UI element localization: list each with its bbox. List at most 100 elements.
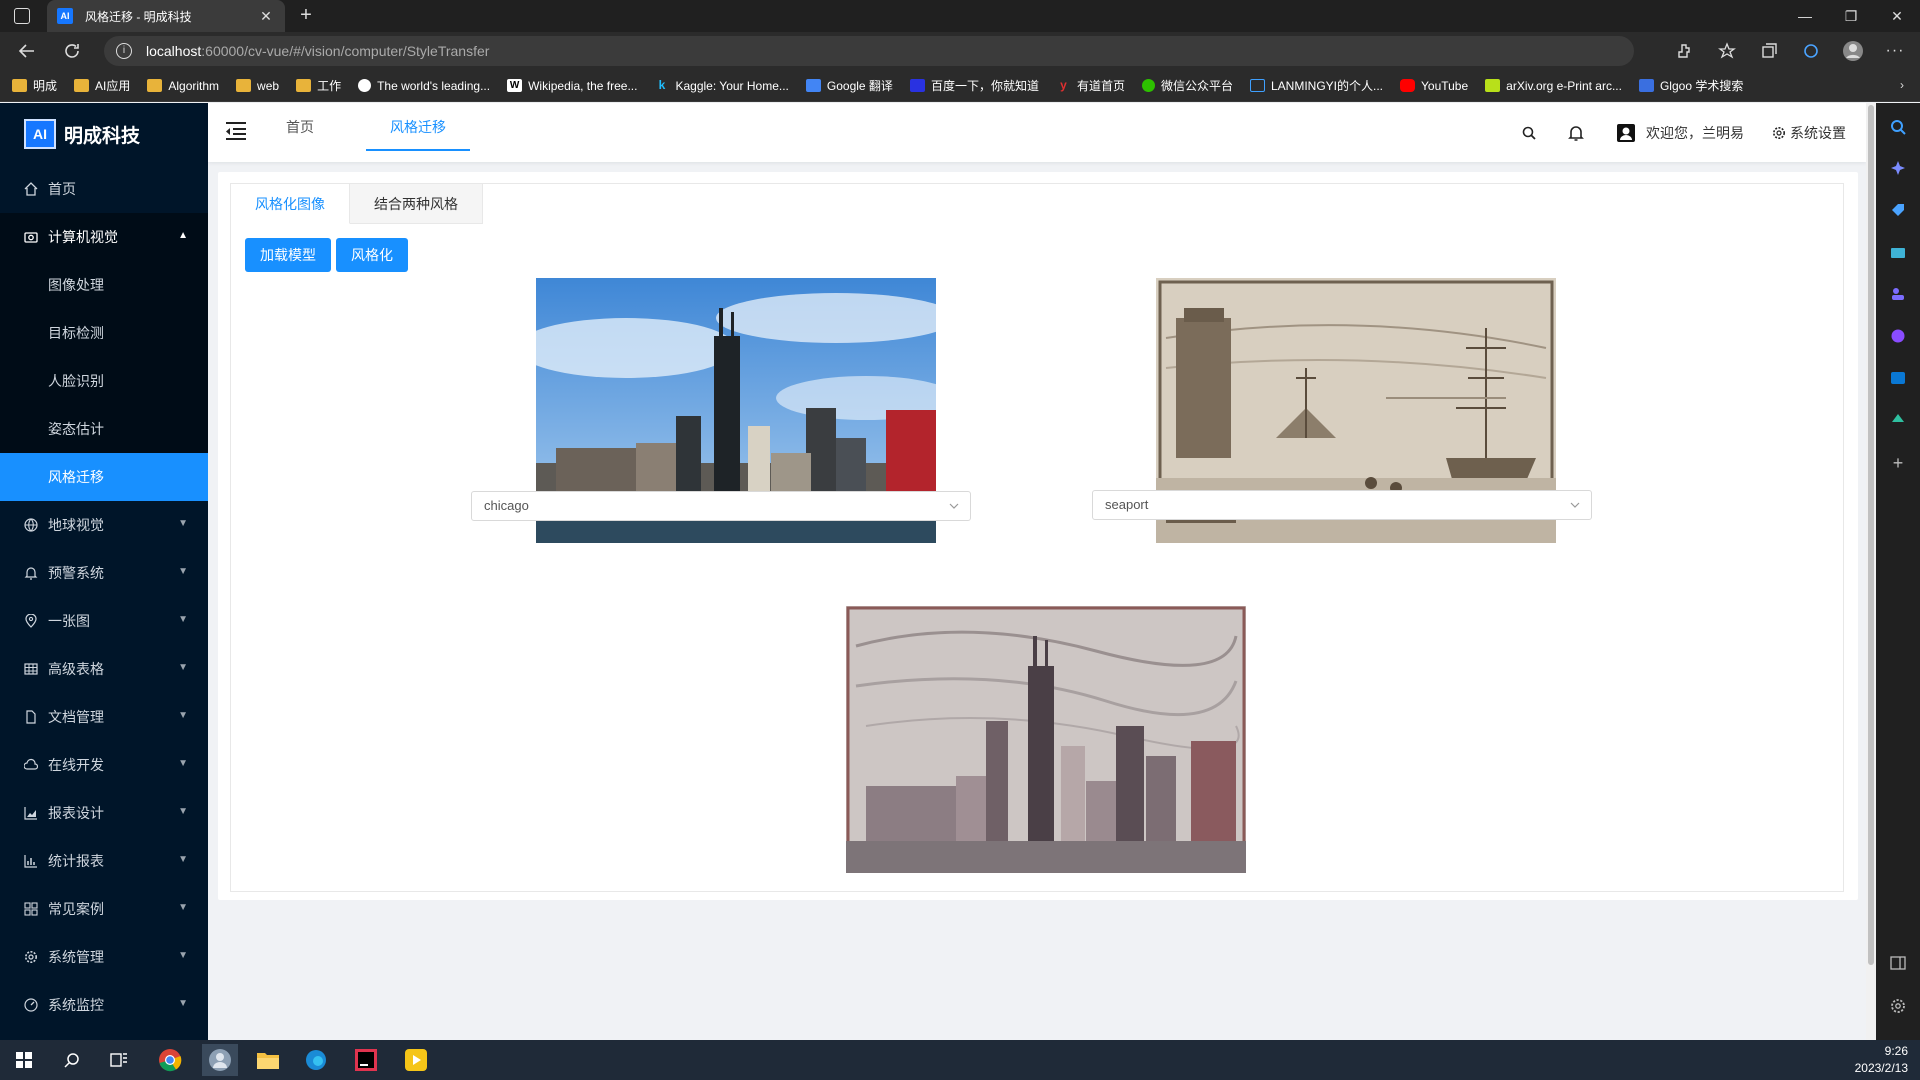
- page-scrollbar[interactable]: [1866, 103, 1876, 1040]
- user-app-icon[interactable]: [202, 1044, 238, 1076]
- tab-stylize-image[interactable]: 风格化图像: [231, 184, 350, 224]
- menu-item-warning-system[interactable]: 预警系统 ▼: [0, 549, 208, 597]
- tab-combine-styles[interactable]: 结合两种风格: [350, 184, 483, 224]
- scrollbar-thumb[interactable]: [1868, 105, 1874, 965]
- menu-item-online-dev[interactable]: 在线开发 ▼: [0, 741, 208, 789]
- bookmark-item[interactable]: YouTube: [1400, 79, 1468, 93]
- bookmark-item[interactable]: Glgoo 学术搜索: [1638, 77, 1743, 94]
- menu-item-computer-vision[interactable]: 计算机视觉 ▲: [0, 213, 208, 261]
- minimize-icon[interactable]: —: [1782, 0, 1828, 32]
- menu-item-system-monitor[interactable]: 系统监控 ▼: [0, 981, 208, 1029]
- bookmark-item[interactable]: The world's leading...: [358, 79, 490, 93]
- games-icon[interactable]: [1888, 284, 1908, 304]
- site-info-icon[interactable]: i: [116, 43, 132, 59]
- search-icon[interactable]: [1888, 117, 1908, 137]
- menu-item-one-map[interactable]: 一张图 ▼: [0, 597, 208, 645]
- bookmark-item[interactable]: W Wikipedia, the free...: [507, 79, 637, 93]
- tab-actions-icon[interactable]: [14, 8, 30, 24]
- menu-item-statistics[interactable]: 统计报表 ▼: [0, 837, 208, 885]
- content-image-select[interactable]: chicago: [471, 491, 971, 521]
- file-explorer-icon[interactable]: [250, 1044, 286, 1076]
- bookmark-item[interactable]: arXiv.org e-Print arc...: [1485, 79, 1622, 93]
- bookmark-item[interactable]: y 有道首页: [1056, 77, 1125, 94]
- menu-item-document-management[interactable]: 文档管理 ▼: [0, 693, 208, 741]
- action-buttons: 加载模型 风格化: [245, 238, 408, 272]
- bookmark-item[interactable]: LANMINGYI的个人...: [1249, 77, 1383, 94]
- browser-tab[interactable]: AI 风格迁移 - 明成科技 ✕: [47, 0, 285, 32]
- back-icon[interactable]: [16, 40, 38, 62]
- submenu-item-pose-estimation[interactable]: 姿态估计: [0, 405, 208, 453]
- bar-chart-icon: [24, 854, 38, 868]
- extensions-icon[interactable]: [1674, 40, 1696, 62]
- style-image-select[interactable]: seaport: [1092, 490, 1592, 520]
- user-avatar-icon[interactable]: [1616, 123, 1636, 143]
- chevron-down-icon: ▼: [178, 854, 188, 865]
- bookmark-item[interactable]: 工作: [296, 77, 341, 94]
- close-tab-icon[interactable]: ✕: [257, 8, 275, 25]
- bookmark-item[interactable]: Algorithm: [147, 79, 219, 93]
- collections-icon[interactable]: [1758, 40, 1780, 62]
- copilot-icon[interactable]: [1888, 158, 1908, 178]
- sidebar-toggle-icon[interactable]: [1888, 953, 1908, 973]
- glgoo-icon: [1638, 79, 1654, 92]
- tools-icon[interactable]: [1888, 242, 1908, 262]
- bookmark-item[interactable]: Google 翻译: [805, 77, 893, 94]
- url-field[interactable]: i localhost:60000/cv-vue/#/vision/comput…: [104, 36, 1634, 66]
- menu-item-system-management[interactable]: 系统管理 ▼: [0, 933, 208, 981]
- load-model-button[interactable]: 加载模型: [245, 238, 331, 272]
- search-icon[interactable]: [54, 1044, 90, 1076]
- menu-item-home[interactable]: 首页: [0, 165, 208, 213]
- logo-icon: AI: [24, 119, 56, 149]
- tab-favicon: AI: [57, 8, 73, 24]
- task-view-icon[interactable]: [101, 1044, 137, 1076]
- submenu-item-face-recognition[interactable]: 人脸识别: [0, 357, 208, 405]
- bookmarks-more-icon[interactable]: ›: [1900, 78, 1904, 92]
- menu-item-common-cases[interactable]: 常见案例 ▼: [0, 885, 208, 933]
- github-icon: [358, 79, 372, 92]
- logo[interactable]: AI 明成科技: [0, 103, 208, 165]
- bookmark-item[interactable]: 百度一下，你就知道: [909, 77, 1039, 94]
- shopping-icon[interactable]: [1888, 200, 1908, 220]
- windows-start-icon[interactable]: [6, 1044, 42, 1076]
- jetbrains-ide-icon[interactable]: [348, 1044, 384, 1076]
- media-player-icon[interactable]: [398, 1044, 434, 1076]
- close-window-icon[interactable]: ✕: [1874, 0, 1920, 32]
- bookmark-item[interactable]: web: [236, 79, 279, 93]
- menu-item-advanced-table[interactable]: 高级表格 ▼: [0, 645, 208, 693]
- bookmark-item[interactable]: 微信公众平台: [1141, 77, 1233, 94]
- outlook-icon[interactable]: [1888, 368, 1908, 388]
- settings-icon[interactable]: [1888, 996, 1908, 1016]
- bookmark-item[interactable]: AI应用: [74, 77, 130, 94]
- clock-time: 9:26: [1884, 1044, 1908, 1058]
- menu-item-earth-vision[interactable]: 地球视觉 ▼: [0, 501, 208, 549]
- refresh-icon[interactable]: [61, 40, 83, 62]
- notification-bell-icon[interactable]: [1568, 125, 1584, 141]
- add-icon[interactable]: +: [1888, 453, 1908, 473]
- search-icon[interactable]: [1522, 126, 1536, 140]
- new-tab-icon[interactable]: +: [295, 5, 317, 27]
- bookmark-item[interactable]: 明成: [12, 77, 57, 94]
- submenu-item-style-transfer[interactable]: 风格迁移: [0, 453, 208, 501]
- bookmark-item[interactable]: k Kaggle: Your Home...: [654, 79, 789, 93]
- chevron-down-icon: ▼: [178, 998, 188, 1009]
- system-settings-link[interactable]: 系统设置: [1772, 123, 1846, 143]
- edge-browser-icon[interactable]: [298, 1044, 334, 1076]
- header-tab-style-transfer[interactable]: 风格迁移: [366, 103, 470, 151]
- submenu-item-object-detection[interactable]: 目标检测: [0, 309, 208, 357]
- favorites-icon[interactable]: [1716, 40, 1738, 62]
- drop-icon[interactable]: [1888, 410, 1908, 430]
- restore-icon[interactable]: ❐: [1828, 0, 1874, 32]
- chrome-icon[interactable]: [152, 1044, 188, 1076]
- chevron-down-icon: ▼: [178, 566, 188, 577]
- globe-icon: [24, 518, 38, 532]
- menu-fold-icon[interactable]: [225, 121, 247, 141]
- system-clock[interactable]: 9:26 2023/2/13: [1855, 1043, 1908, 1077]
- microsoft365-icon[interactable]: [1888, 326, 1908, 346]
- menu-item-report-design[interactable]: 报表设计 ▼: [0, 789, 208, 837]
- header-tab-home[interactable]: 首页: [270, 103, 330, 151]
- stylize-button[interactable]: 风格化: [336, 238, 408, 272]
- more-icon[interactable]: ···: [1884, 40, 1906, 62]
- browser-essentials-icon[interactable]: [1800, 40, 1822, 62]
- submenu-item-image-processing[interactable]: 图像处理: [0, 261, 208, 309]
- profile-icon[interactable]: [1842, 40, 1864, 62]
